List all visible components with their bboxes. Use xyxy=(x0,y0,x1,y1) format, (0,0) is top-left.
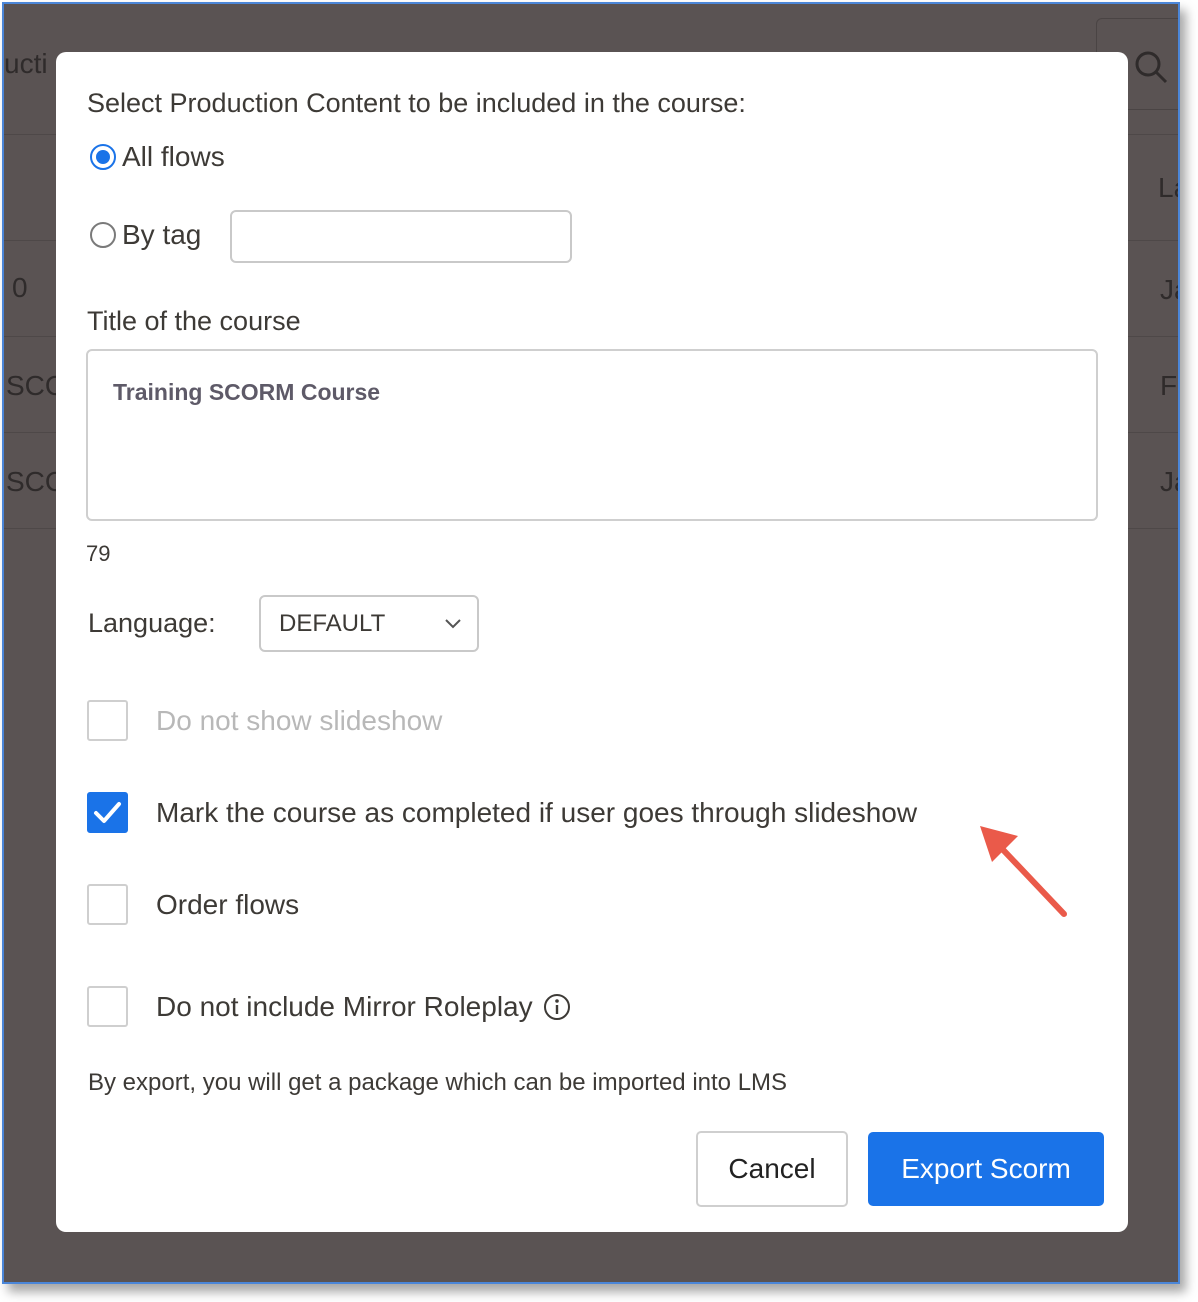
course-title-field[interactable]: Training SCORM Course xyxy=(86,349,1098,521)
radio-all-flows-label[interactable]: All flows xyxy=(122,141,225,173)
annotation-arrow-icon xyxy=(980,826,1067,917)
radio-all-flows[interactable] xyxy=(90,144,116,170)
bg-cell-fragment: Ja xyxy=(1160,274,1178,305)
checkbox-do-not-show-slideshow[interactable] xyxy=(87,700,128,741)
screenshot-frame: ucti La 0 Ja SCO Fe SCO Ja Select Produc… xyxy=(2,2,1180,1284)
bg-cell-fragment: Ja xyxy=(1160,466,1178,497)
radio-all-flows-row[interactable]: All flows xyxy=(90,141,225,173)
character-counter: 79 xyxy=(86,541,111,566)
checkmark-icon xyxy=(94,802,121,823)
bg-header-fragment: ucti xyxy=(4,48,48,79)
option-mirror-roleplay[interactable]: Do not include Mirror Roleplay xyxy=(87,986,571,1027)
option-order-flows[interactable]: Order flows xyxy=(87,884,299,925)
info-icon[interactable] xyxy=(543,993,571,1021)
radio-by-tag[interactable] xyxy=(90,222,116,248)
checkbox-order-flows[interactable] xyxy=(87,884,128,925)
title-label: Title of the course xyxy=(87,306,301,336)
radio-by-tag-label[interactable]: By tag xyxy=(122,219,201,251)
cancel-button[interactable]: Cancel xyxy=(696,1131,848,1207)
export-note: By export, you will get a package which … xyxy=(88,1069,788,1096)
language-select[interactable]: DEFAULT xyxy=(259,595,479,652)
dialog-heading: Select Production Content to be included… xyxy=(87,88,746,118)
option-label: Mark the course as completed if user goe… xyxy=(156,796,918,828)
checkbox-mirror-roleplay[interactable] xyxy=(87,986,128,1027)
export-scorm-dialog: Select Production Content to be included… xyxy=(56,52,1128,1232)
language-label: Language: xyxy=(88,608,216,638)
option-label: Do not include Mirror Roleplay xyxy=(156,990,533,1022)
option-label: Do not show slideshow xyxy=(156,704,443,736)
tag-input[interactable] xyxy=(230,210,572,263)
bg-cell-fragment: 0 xyxy=(12,272,28,303)
option-do-not-show-slideshow[interactable]: Do not show slideshow xyxy=(87,700,442,741)
search-icon xyxy=(1135,51,1168,84)
radio-by-tag-row[interactable]: By tag xyxy=(90,219,201,251)
chevron-down-icon xyxy=(445,619,461,629)
option-mark-completed[interactable]: Mark the course as completed if user goe… xyxy=(87,792,917,833)
option-label: Order flows xyxy=(156,888,300,920)
bg-cell-fragment: Fe xyxy=(1160,370,1178,401)
checkbox-mark-completed[interactable] xyxy=(87,792,128,833)
bg-column-header-fragment: La xyxy=(1158,172,1178,203)
export-scorm-button[interactable]: Export Scorm xyxy=(868,1132,1104,1206)
language-selected-value: DEFAULT xyxy=(279,609,386,637)
